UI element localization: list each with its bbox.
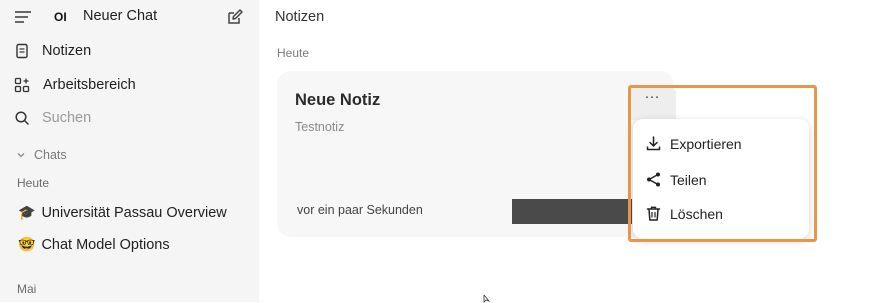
chats-section-toggle[interactable]: Chats — [16, 148, 67, 162]
menu-toggle-button[interactable] — [14, 8, 32, 26]
chat-title: Universität Passau Overview — [41, 204, 227, 221]
chat-item[interactable]: 🤓 Chat Model Options — [18, 236, 170, 253]
chevron-down-icon — [17, 153, 25, 158]
hamburger-icon — [15, 11, 31, 23]
chat-item[interactable]: 🎓 Universität Passau Overview — [18, 204, 227, 221]
note-timestamp: vor ein paar Sekunden — [297, 203, 423, 217]
note-preview: Testnotiz — [295, 120, 345, 134]
chats-label: Chats — [34, 148, 67, 162]
logo-text: OI — [54, 10, 67, 24]
today-label: Heute — [17, 176, 50, 190]
search-input[interactable]: Suchen — [14, 110, 91, 126]
sidebar-item-label: Notizen — [42, 43, 92, 59]
sidebar-item-notes[interactable]: Notizen — [14, 43, 91, 59]
group-label: Heute — [277, 46, 310, 60]
may-label: Mai — [17, 282, 37, 296]
note-title: Neue Notiz — [295, 91, 381, 109]
chat-title: Chat Model Options — [41, 236, 170, 253]
workspace-icon — [14, 77, 30, 93]
sidebar-item-workspace[interactable]: Arbeitsbereich — [14, 77, 136, 93]
note-icon — [16, 43, 28, 59]
edit-icon — [228, 9, 243, 24]
logo: OI — [54, 10, 67, 24]
chat-emoji: 🎓 — [18, 204, 36, 220]
new-chat-button[interactable] — [226, 8, 244, 26]
page-title: Notizen — [275, 9, 325, 25]
highlight-frame — [628, 85, 817, 242]
sidebar-item-label: Arbeitsbereich — [43, 77, 136, 93]
new-chat-label: Neuer Chat — [83, 8, 158, 24]
note-footer-bar — [512, 199, 632, 224]
new-chat-link[interactable]: Neuer Chat — [83, 8, 157, 24]
note-card[interactable]: Neue Notiz Testnotiz vor ein paar Sekund… — [277, 71, 676, 237]
search-icon — [15, 111, 30, 126]
sidebar: OI Neuer Chat Notizen Arbeitsbereich Suc… — [0, 0, 259, 302]
search-placeholder: Suchen — [42, 110, 92, 126]
chat-emoji: 🤓 — [18, 236, 36, 252]
